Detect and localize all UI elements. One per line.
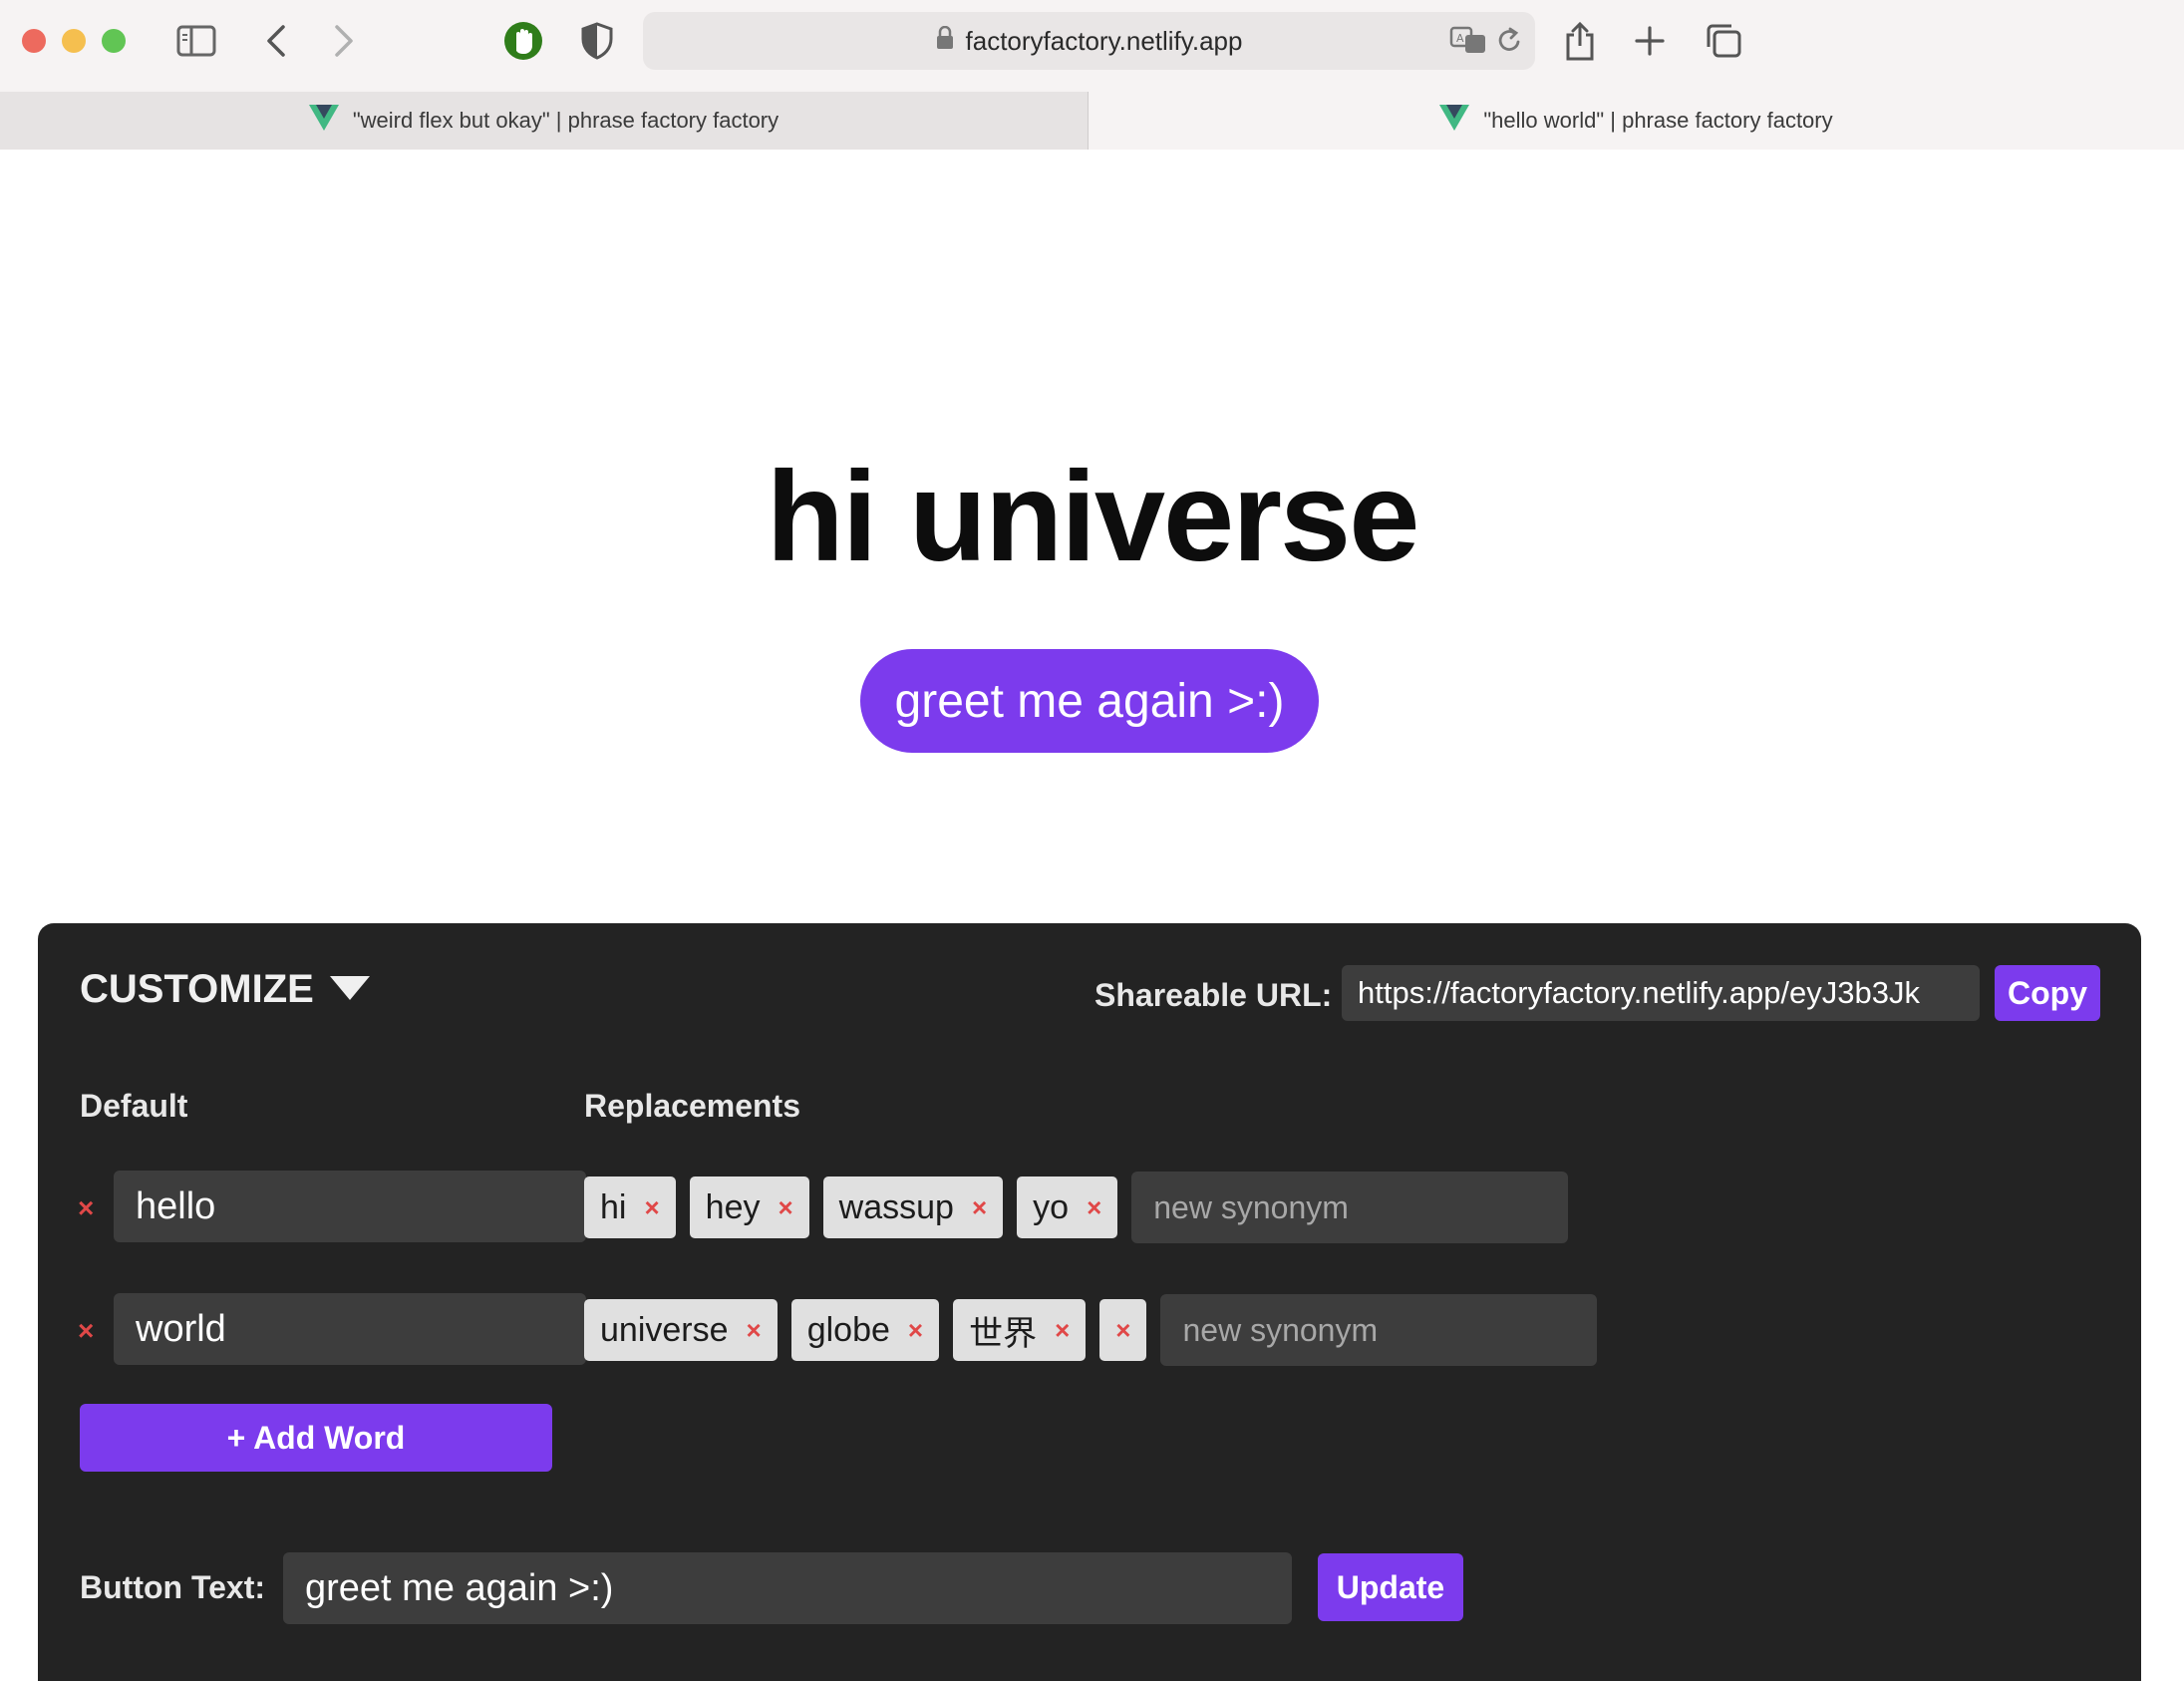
synonym-chip: yo ×	[1017, 1177, 1118, 1238]
greet-again-button[interactable]: greet me again >:)	[860, 649, 1319, 753]
url-text: factoryfactory.netlify.app	[965, 25, 1243, 56]
new-synonym-input[interactable]: new synonym	[1131, 1172, 1569, 1243]
synonym-text: wassup	[838, 1187, 954, 1226]
browser-toolbar: factoryfactory.netlify.app A	[0, 0, 2184, 92]
page-content: hi universe greet me again >:) CUSTOMIZE…	[0, 150, 2184, 1681]
vue-logo-icon	[308, 105, 339, 137]
word-value: hello	[136, 1184, 216, 1227]
synonym-text: 世界	[969, 1313, 1038, 1354]
button-text-input[interactable]: greet me again >:)	[283, 1552, 1292, 1624]
reload-icon[interactable]	[1495, 26, 1523, 61]
tab-overview-icon[interactable]	[1697, 14, 1750, 68]
back-icon[interactable]	[249, 14, 303, 68]
tab-title: "weird flex but okay" | phrase factory f…	[352, 108, 780, 133]
synonym-text: globe	[806, 1310, 890, 1349]
word-field-hello[interactable]: hello	[114, 1171, 586, 1242]
remove-synonym-button[interactable]: ×	[778, 1192, 792, 1223]
lock-icon	[936, 25, 954, 57]
replacements-column-header: Replacements	[584, 1088, 800, 1124]
share-icon[interactable]	[1553, 14, 1607, 68]
update-button[interactable]: Update	[1318, 1553, 1463, 1621]
privacy-shield-icon[interactable]	[570, 14, 624, 68]
remove-synonym-button[interactable]: ×	[1087, 1192, 1101, 1223]
tab-hello-world[interactable]: "hello world" | phrase factory factory	[1089, 92, 2184, 150]
synonym-list: hi × hey × wassup × yo × new synonym	[584, 1172, 1569, 1243]
word-value: world	[136, 1307, 226, 1350]
new-synonym-input[interactable]: new synonym	[1160, 1294, 1598, 1366]
tab-title: "hello world" | phrase factory factory	[1483, 108, 1833, 133]
synonym-chip: 世界 ×	[953, 1299, 1087, 1361]
synonym-chip: wassup ×	[822, 1177, 1004, 1238]
synonym-text: universe	[600, 1310, 729, 1349]
tab-bar: "weird flex but okay" | phrase factory f…	[0, 92, 2184, 150]
synonym-chip-empty: ×	[1099, 1299, 1147, 1361]
add-word-button[interactable]: + Add Word	[80, 1404, 552, 1472]
remove-synonym-button[interactable]: ×	[747, 1315, 762, 1346]
button-text-label: Button Text:	[80, 1569, 266, 1605]
minimize-window-button[interactable]	[62, 29, 86, 53]
translate-icon[interactable]: A	[1449, 25, 1487, 60]
shareable-url-field[interactable]: https://factoryfactory.netlify.app/eyJ3b…	[1342, 965, 1980, 1021]
synonym-text: yo	[1033, 1187, 1070, 1226]
sidebar-toggle-icon[interactable]	[169, 14, 223, 68]
synonym-chip: universe ×	[584, 1299, 778, 1361]
synonym-chip: hey ×	[689, 1177, 809, 1238]
address-bar[interactable]: factoryfactory.netlify.app A	[643, 12, 1535, 70]
synonym-list: universe × globe × 世界 × × new synonym	[584, 1294, 1598, 1366]
word-field-world[interactable]: world	[114, 1293, 586, 1365]
hand-extension-icon[interactable]	[496, 14, 550, 68]
customize-panel: CUSTOMIZE Shareable URL: https://factory…	[38, 923, 2141, 1681]
zoom-window-button[interactable]	[102, 29, 126, 53]
remove-synonym-button[interactable]: ×	[1115, 1315, 1130, 1346]
default-column-header: Default	[80, 1088, 188, 1124]
synonym-text: hi	[600, 1187, 627, 1226]
svg-text:A: A	[1456, 32, 1464, 45]
customize-toggle[interactable]: CUSTOMIZE	[80, 967, 370, 1012]
forward-icon[interactable]	[317, 14, 371, 68]
vue-logo-icon	[1439, 105, 1470, 137]
new-tab-icon[interactable]	[1623, 14, 1677, 68]
remove-synonym-button[interactable]: ×	[644, 1192, 659, 1223]
customize-title: CUSTOMIZE	[80, 967, 314, 1011]
remove-word-button[interactable]: ×	[78, 1192, 94, 1224]
generated-phrase: hi universe	[766, 446, 1420, 588]
tab-weird-flex[interactable]: "weird flex but okay" | phrase factory f…	[0, 92, 1089, 150]
remove-synonym-button[interactable]: ×	[1055, 1315, 1070, 1346]
remove-synonym-button[interactable]: ×	[908, 1315, 923, 1346]
remove-word-button[interactable]: ×	[78, 1315, 94, 1347]
synonym-chip: globe ×	[790, 1299, 940, 1361]
copy-button[interactable]: Copy	[1995, 965, 2100, 1021]
remove-synonym-button[interactable]: ×	[972, 1192, 987, 1223]
close-window-button[interactable]	[22, 29, 46, 53]
synonym-chip: hi ×	[584, 1177, 676, 1238]
triangle-down-icon	[329, 967, 370, 1012]
synonym-text: hey	[705, 1187, 761, 1226]
shareable-url-label: Shareable URL:	[1094, 977, 1333, 1013]
